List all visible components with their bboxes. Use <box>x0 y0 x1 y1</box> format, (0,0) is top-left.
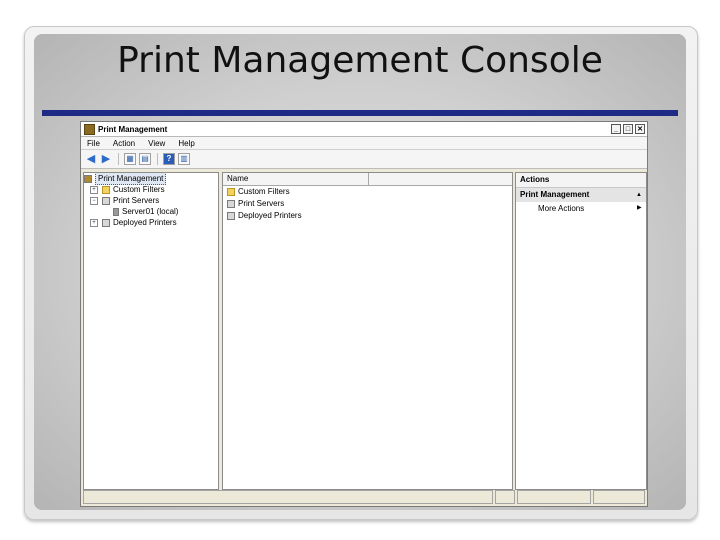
toolbar-separator <box>118 153 119 165</box>
close-icon[interactable]: ✕ <box>635 124 645 134</box>
menu-view[interactable]: View <box>148 139 165 148</box>
help-icon[interactable]: ? <box>163 153 175 165</box>
status-cell <box>495 490 515 504</box>
console-tree-pane[interactable]: Print Management + Custom Filters − Prin… <box>83 172 219 490</box>
pane-container: Print Management + Custom Filters − Prin… <box>83 172 647 490</box>
tree-item-deployed-printers[interactable]: + Deployed Printers <box>84 217 218 228</box>
window-title: Print Management <box>98 124 168 134</box>
tree-item-label: Custom Filters <box>113 185 165 194</box>
tree-item-label: Deployed Printers <box>113 218 177 227</box>
menu-help[interactable]: Help <box>178 139 194 148</box>
collapse-caret-icon[interactable]: ▲ <box>636 188 646 202</box>
status-cell <box>593 490 645 504</box>
collapse-icon[interactable]: − <box>90 196 98 205</box>
status-cell <box>83 490 493 504</box>
print-management-window: Print Management _ □ ✕ File Action View … <box>80 121 648 507</box>
toolbar: ◀ ▶ ▦ ▤ ? ▥ <box>81 150 647 169</box>
tree-root[interactable]: Print Management <box>84 173 218 185</box>
list-item[interactable]: Custom Filters <box>223 186 512 198</box>
list-item[interactable]: Deployed Printers <box>223 210 512 222</box>
tree-item-label: Server01 (local) <box>122 207 179 216</box>
filter-folder-icon <box>227 188 235 196</box>
action-more-actions[interactable]: More Actions ▶ <box>516 202 646 215</box>
print-management-icon <box>84 174 92 183</box>
expand-icon[interactable]: + <box>90 185 98 194</box>
deployed-printers-icon <box>227 212 235 220</box>
menu-bar: File Action View Help <box>81 137 647 150</box>
back-arrow-icon[interactable]: ◀ <box>85 153 97 165</box>
column-header-name[interactable]: Name <box>223 173 369 185</box>
printer-folder-icon <box>227 200 235 208</box>
list-item-label: Deployed Printers <box>238 211 302 220</box>
tree-item-label: Print Servers <box>113 196 160 205</box>
deployed-printers-icon <box>102 218 110 227</box>
title-divider <box>42 110 678 116</box>
server-icon <box>113 207 119 216</box>
status-cell <box>517 490 591 504</box>
show-hide-action-pane-icon[interactable]: ▥ <box>178 153 190 165</box>
minimize-icon[interactable]: _ <box>611 124 621 134</box>
tree-item-print-servers[interactable]: − Print Servers <box>84 195 218 206</box>
list-item-label: Print Servers <box>238 199 285 208</box>
action-label: More Actions <box>538 204 585 213</box>
maximize-icon[interactable]: □ <box>623 124 633 134</box>
console-tree-icon[interactable]: ▦ <box>124 153 136 165</box>
print-management-icon <box>84 123 95 135</box>
actions-section-label: Print Management <box>520 190 590 199</box>
filter-folder-icon <box>102 185 110 194</box>
actions-header: Actions <box>516 173 646 188</box>
toolbar-separator <box>157 153 158 165</box>
status-bar <box>83 490 647 504</box>
tree-item-custom-filters[interactable]: + Custom Filters <box>84 184 218 195</box>
list-header: Name <box>223 173 512 186</box>
forward-arrow-icon[interactable]: ▶ <box>100 153 112 165</box>
column-header-empty[interactable] <box>369 173 512 185</box>
list-item[interactable]: Print Servers <box>223 198 512 210</box>
window-titlebar[interactable]: Print Management _ □ ✕ <box>81 122 647 137</box>
actions-pane: Actions Print Management ▲ More Actions … <box>515 172 647 490</box>
actions-section-print-management[interactable]: Print Management ▲ <box>516 188 646 202</box>
printer-folder-icon <box>102 196 110 205</box>
submenu-arrow-icon: ▶ <box>637 205 642 211</box>
results-pane[interactable]: Name Custom Filters Print Servers Deploy… <box>222 172 513 490</box>
export-list-icon[interactable]: ▤ <box>139 153 151 165</box>
tree-item-server01[interactable]: Server01 (local) <box>84 206 218 217</box>
tree-connector <box>101 207 109 216</box>
menu-action[interactable]: Action <box>113 139 135 148</box>
slide-title: Print Management Console <box>117 40 603 81</box>
menu-file[interactable]: File <box>87 139 100 148</box>
list-item-label: Custom Filters <box>238 187 290 196</box>
expand-icon[interactable]: + <box>90 218 98 227</box>
